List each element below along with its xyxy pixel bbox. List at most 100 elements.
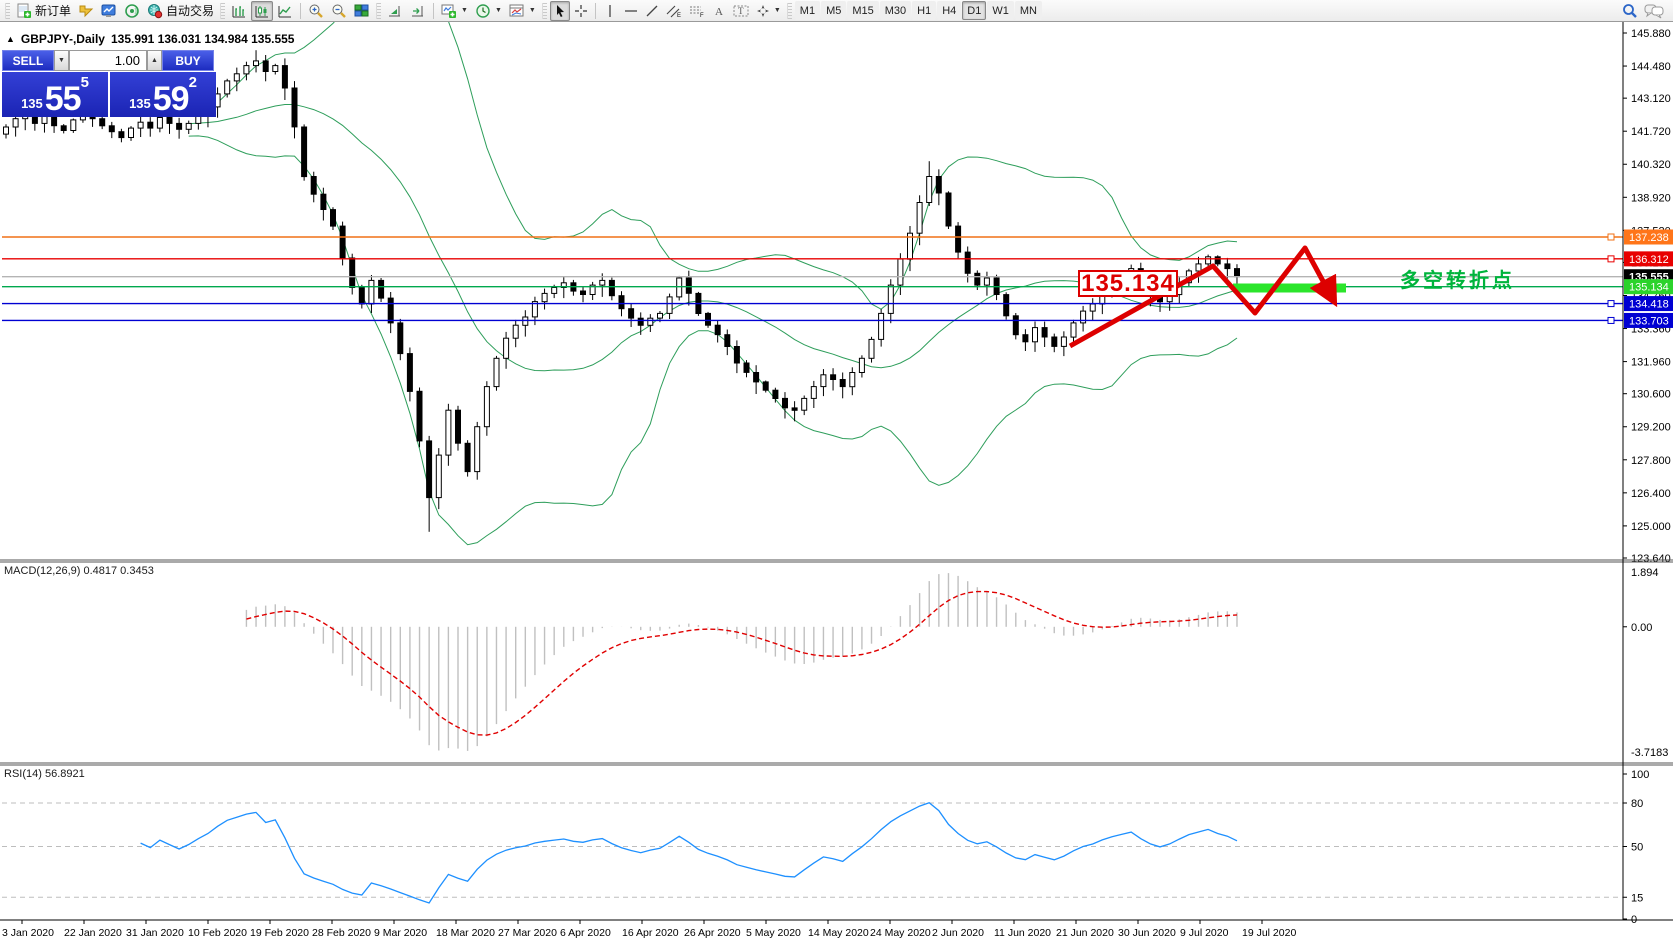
new-order-button[interactable]: 新订单 xyxy=(13,1,74,21)
timeframe-button-h1[interactable]: H1 xyxy=(912,1,936,20)
crosshair-tool-button[interactable] xyxy=(571,1,591,21)
timeframe-button-m1[interactable]: M1 xyxy=(795,1,820,20)
tile-windows-button[interactable] xyxy=(351,1,373,21)
new-order-icon xyxy=(16,3,32,19)
zoom-in-button[interactable] xyxy=(305,1,327,21)
date-tick-label: 2 Jun 2020 xyxy=(932,927,984,939)
toolbar-grip[interactable] xyxy=(787,3,792,19)
sell-price-big: 55 xyxy=(45,84,81,114)
level-price-label: 134.418 xyxy=(1629,299,1669,311)
timeframe-button-h4[interactable]: H4 xyxy=(937,1,961,20)
candlestick-icon xyxy=(254,3,270,19)
chart-symbol-period: GBPJPY-,Daily xyxy=(21,32,105,46)
chat-icon[interactable] xyxy=(1644,3,1664,19)
horizontal-line-tool-button[interactable] xyxy=(621,1,641,21)
dropdown-arrow-icon: ▼ xyxy=(529,7,536,14)
one-click-trading-widget: SELL ▼ ▲ BUY 135 55 5 135 59 2 xyxy=(2,50,216,117)
buy-price-big: 59 xyxy=(153,84,189,114)
timeframe-button-w1[interactable]: W1 xyxy=(987,1,1014,20)
timeframe-button-m30[interactable]: M30 xyxy=(880,1,911,20)
toolbar-grip[interactable] xyxy=(542,3,547,19)
vertical-line-tool-button[interactable] xyxy=(600,1,620,21)
price-tick-label: 129.200 xyxy=(1631,422,1671,434)
line-handle[interactable] xyxy=(1608,234,1614,240)
date-axis[interactable]: 3 Jan 202022 Jan 202031 Jan 202010 Feb 2… xyxy=(2,920,1296,939)
buy-price-panel[interactable]: 135 59 2 xyxy=(110,72,216,117)
line-chart-button[interactable] xyxy=(274,1,296,21)
timeframe-button-d1[interactable]: D1 xyxy=(962,1,986,20)
bar-chart-button[interactable] xyxy=(228,1,250,21)
line-chart-icon xyxy=(277,3,293,19)
timeframe-button-m15[interactable]: M15 xyxy=(847,1,878,20)
rsi-panel[interactable]: 1008050150 xyxy=(2,769,1649,926)
date-tick-label: 14 May 2020 xyxy=(808,927,869,939)
toolbar-grip[interactable] xyxy=(5,3,10,19)
line-handle[interactable] xyxy=(1608,301,1614,307)
date-tick-label: 16 Apr 2020 xyxy=(622,927,679,939)
periods-button[interactable]: ▼ xyxy=(472,1,505,21)
buy-button[interactable]: BUY xyxy=(162,50,214,71)
auto-trading-button[interactable]: 自动交易 xyxy=(144,1,217,21)
sell-button[interactable]: SELL xyxy=(2,50,54,71)
shapes-tool-button[interactable]: ▼ xyxy=(753,1,784,21)
signal-button[interactable] xyxy=(121,1,143,21)
gold-arrow-icon xyxy=(78,3,94,19)
level-price-label: 133.703 xyxy=(1629,315,1669,327)
auto-scroll-button[interactable] xyxy=(384,1,406,21)
search-symbol-icon[interactable] xyxy=(1622,3,1638,19)
profile-button[interactable] xyxy=(75,1,97,21)
line-handle[interactable] xyxy=(1608,317,1614,323)
volume-input[interactable] xyxy=(69,50,147,71)
date-tick-label: 24 May 2020 xyxy=(870,927,931,939)
turning-point-label[interactable]: 多空转折点 xyxy=(1400,264,1515,293)
candlesticks xyxy=(4,50,1240,532)
candlestick-chart-button[interactable] xyxy=(251,1,273,21)
text-tool-button[interactable]: A xyxy=(709,1,729,21)
chart-canvas[interactable]: 145.880144.480143.120141.720140.320138.9… xyxy=(0,22,1673,943)
timeframe-button-mn[interactable]: MN xyxy=(1015,1,1042,20)
volume-decrease-button[interactable]: ▼ xyxy=(54,50,69,71)
trendline-tool-button[interactable] xyxy=(642,1,662,21)
chart-shift-button[interactable] xyxy=(407,1,429,21)
level-price-label: 137.238 xyxy=(1629,232,1669,244)
tile-windows-icon xyxy=(354,3,370,19)
price-tick-label: 125.000 xyxy=(1631,521,1671,533)
zoom-in-icon xyxy=(308,3,324,19)
volume-increase-button[interactable]: ▲ xyxy=(147,50,162,71)
market-watch-button[interactable] xyxy=(98,1,120,21)
signal-icon xyxy=(124,3,140,19)
templates-button[interactable]: ▼ xyxy=(506,1,539,21)
line-handle[interactable] xyxy=(1608,256,1614,262)
cursor-tool-button[interactable] xyxy=(550,1,570,21)
chart-shift-icon xyxy=(410,3,426,19)
price-callout-text: 135.134 xyxy=(1081,270,1175,298)
collapse-arrow-icon[interactable]: ▲ xyxy=(6,34,15,44)
date-tick-label: 6 Apr 2020 xyxy=(560,927,611,939)
sell-price-panel[interactable]: 135 55 5 xyxy=(2,72,108,117)
date-tick-label: 19 Feb 2020 xyxy=(250,927,309,939)
svg-text:A: A xyxy=(715,6,723,18)
text-label-tool-button[interactable]: T xyxy=(730,1,752,21)
date-tick-label: 26 Apr 2020 xyxy=(684,927,741,939)
sell-price-prefix: 135 xyxy=(21,94,43,114)
price-tick-label: 130.600 xyxy=(1631,389,1671,401)
chart-title: ▲ GBPJPY-,Daily 135.991 136.031 134.984 … xyxy=(6,32,294,46)
toolbar-grip[interactable] xyxy=(376,3,381,19)
fibonacci-tool-button[interactable]: F xyxy=(686,1,708,21)
monitor-chart-icon xyxy=(101,3,117,19)
new-chart-button[interactable]: ▼ xyxy=(438,1,471,21)
timeframe-button-m5[interactable]: M5 xyxy=(821,1,846,20)
price-callout-box[interactable]: 135.134 xyxy=(1078,270,1178,297)
dropdown-arrow-icon: ▼ xyxy=(461,7,468,14)
date-tick-label: 18 Mar 2020 xyxy=(436,927,495,939)
buy-price-prefix: 135 xyxy=(129,94,151,114)
zoom-out-button[interactable] xyxy=(328,1,350,21)
level-price-label: 135.134 xyxy=(1629,282,1669,294)
price-tick-label: 141.720 xyxy=(1631,126,1671,138)
macd-panel[interactable]: 1.8940.00-3.7183 xyxy=(246,567,1668,759)
macd-signal-line xyxy=(246,592,1237,736)
toolbar-grip[interactable] xyxy=(220,3,225,19)
channel-tool-button[interactable]: E xyxy=(663,1,685,21)
price-tick-label: 126.400 xyxy=(1631,488,1671,500)
template-icon xyxy=(509,3,525,19)
